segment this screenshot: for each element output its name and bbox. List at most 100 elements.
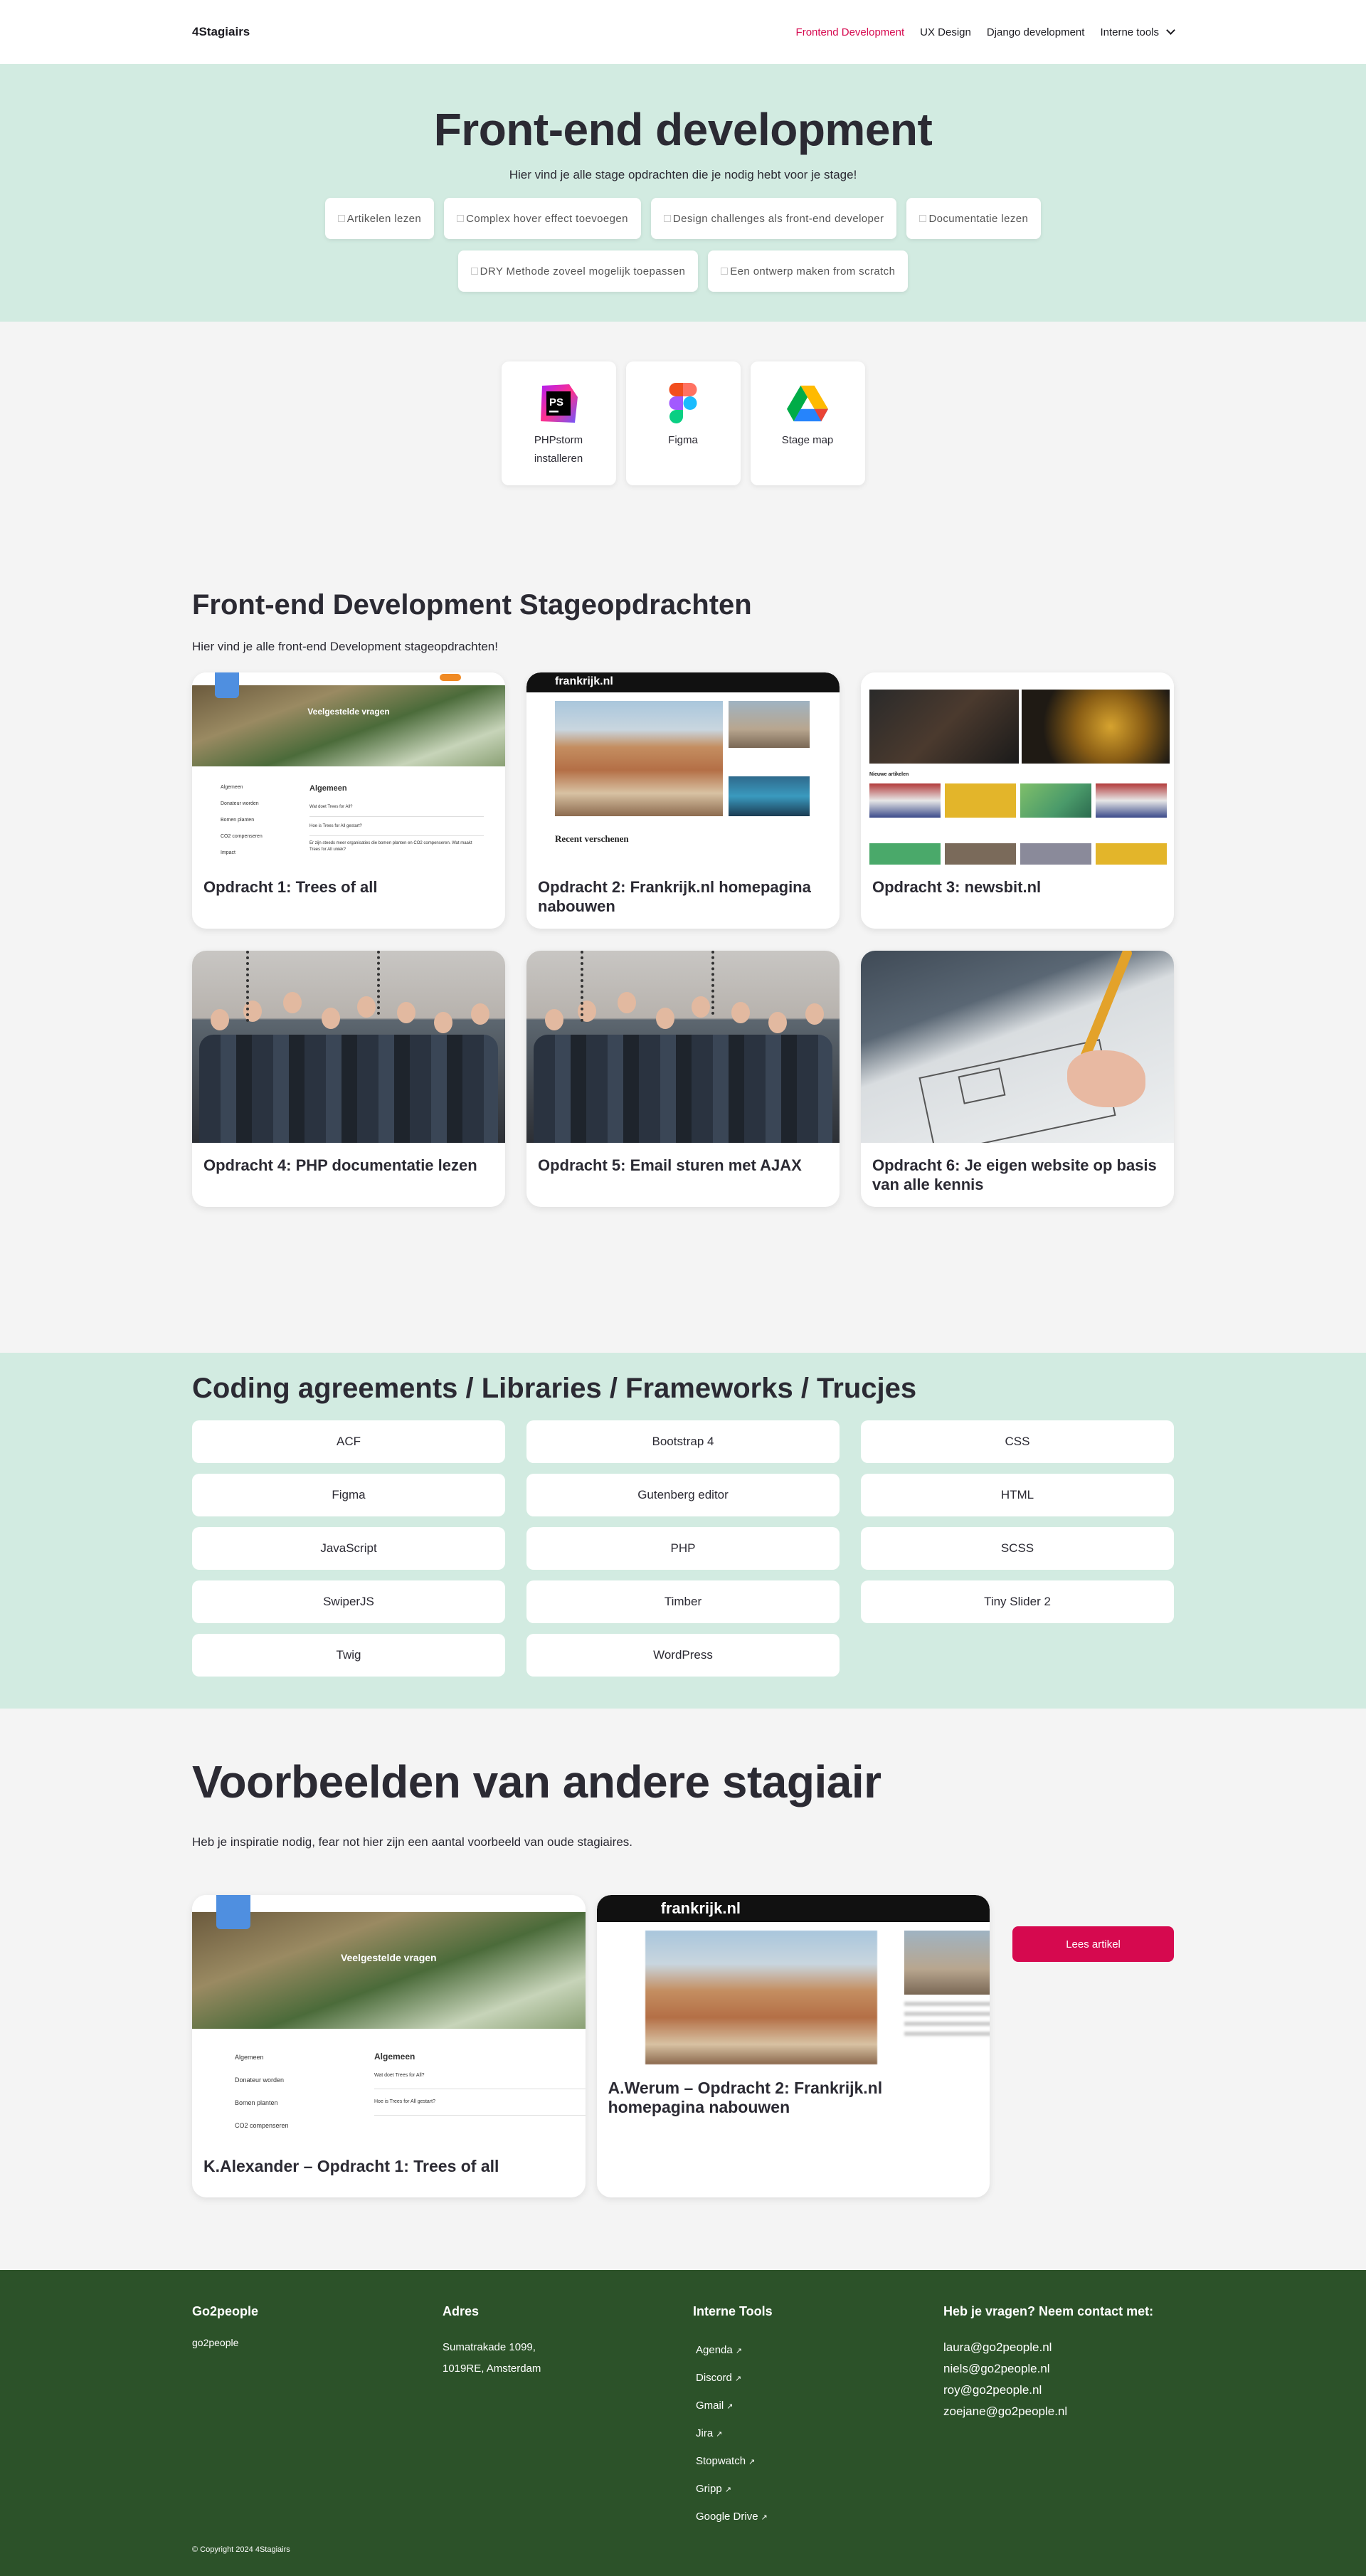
coding-item[interactable]: JavaScript bbox=[192, 1527, 505, 1570]
email-link[interactable]: laura@go2people.nl bbox=[943, 2337, 1174, 2358]
card-title: Opdracht 4: PHP documentatie lezen bbox=[203, 1156, 477, 1174]
email-link[interactable]: zoejane@go2people.nl bbox=[943, 2401, 1174, 2422]
team-photo bbox=[192, 951, 505, 1143]
card-title: Opdracht 1: Trees of all bbox=[203, 878, 378, 896]
footer-link-stopwatch[interactable]: Stopwatch ↗ bbox=[693, 2448, 943, 2476]
external-link-icon: ↗ bbox=[735, 2347, 742, 2355]
footer-link-gmail[interactable]: Gmail ↗ bbox=[693, 2392, 943, 2420]
pill-link[interactable]: DRY Methode zoveel mogelijk toepassen bbox=[457, 250, 699, 292]
tool-label: Stage map bbox=[781, 434, 834, 446]
image-placeholder-icon bbox=[663, 215, 671, 222]
village-photo bbox=[555, 701, 723, 816]
town-photo bbox=[729, 701, 810, 748]
hero-section: Front-end development Hier vind je alle … bbox=[0, 64, 1366, 322]
news-photo bbox=[945, 783, 1016, 818]
coding-item[interactable]: PHP bbox=[526, 1527, 840, 1570]
coding-item[interactable]: Timber bbox=[526, 1580, 840, 1623]
trees-of-all-thumbnail: Veelgestelde vragen Algemeen Donateur wo… bbox=[192, 672, 505, 865]
faq-item: Wat doet Trees for All? bbox=[374, 2063, 586, 2089]
pill-label: Complex hover effect toevoegen bbox=[466, 212, 628, 225]
external-link-icon: ↗ bbox=[761, 2513, 768, 2522]
coding-item[interactable]: Bootstrap 4 bbox=[526, 1420, 840, 1463]
coding-item[interactable]: ACF bbox=[192, 1420, 505, 1463]
footer-link-discord[interactable]: Discord ↗ bbox=[693, 2365, 943, 2392]
footer-link-gripp[interactable]: Gripp ↗ bbox=[693, 2476, 943, 2503]
newsbit-thumbnail: Nieuwe artikelen bbox=[861, 672, 1174, 865]
menu-item: Algemeen bbox=[221, 785, 243, 790]
image-placeholder-icon bbox=[721, 268, 729, 275]
email-link[interactable]: niels@go2people.nl bbox=[943, 2358, 1174, 2380]
tool-card-figma[interactable]: Figma bbox=[625, 361, 741, 485]
read-article-button[interactable]: Lees artikel bbox=[1012, 1926, 1174, 1962]
team-photo bbox=[526, 951, 840, 1143]
bitcoin-photo bbox=[1022, 690, 1170, 764]
footer-link-jira[interactable]: Jira ↗ bbox=[693, 2420, 943, 2448]
hero-subtitle: Hier vind je alle stage opdrachten die j… bbox=[509, 168, 857, 181]
examples-section: Voorbeelden van andere stagiair Heb je i… bbox=[0, 1709, 1366, 2270]
coding-item[interactable]: HTML bbox=[861, 1474, 1174, 1516]
tool-card-phpstorm[interactable]: PS PHPstorm installeren bbox=[501, 361, 616, 485]
coding-item[interactable]: CSS bbox=[861, 1420, 1174, 1463]
thumb-menu: Algemeen Donateur worden Bomen planten C… bbox=[235, 2046, 363, 2137]
coding-item[interactable]: Figma bbox=[192, 1474, 505, 1516]
footer-link-agenda[interactable]: Agenda ↗ bbox=[693, 2337, 943, 2365]
nav-django-development[interactable]: Django development bbox=[987, 26, 1085, 38]
coding-item[interactable]: SCSS bbox=[861, 1527, 1174, 1570]
assignment-card[interactable]: Opdracht 5: Email sturen met AJAX bbox=[526, 951, 840, 1207]
coding-item[interactable]: Tiny Slider 2 bbox=[861, 1580, 1174, 1623]
link-label: Agenda bbox=[696, 2344, 733, 2356]
tool-card-stage-map[interactable]: Stage map bbox=[750, 361, 865, 485]
site-logo[interactable]: 4Stagiairs bbox=[192, 25, 250, 39]
footer-col-contact: Heb je vragen? Neem contact met: laura@g… bbox=[943, 2304, 1174, 2531]
menu-item: Impact bbox=[221, 850, 236, 855]
footer-brand-link[interactable]: go2people bbox=[192, 2337, 443, 2348]
assignment-card[interactable]: Opdracht 4: PHP documentatie lezen bbox=[192, 951, 505, 1207]
nav-frontend-development[interactable]: Frontend Development bbox=[796, 26, 905, 38]
footer-heading: Interne Tools bbox=[693, 2304, 773, 2318]
nav-interne-tools-dropdown[interactable]: Interne tools bbox=[1100, 26, 1175, 38]
wireframe-photo bbox=[861, 951, 1174, 1143]
faq-item: Hoe is Trees for All gestart? bbox=[309, 817, 484, 836]
pill-link[interactable]: Documentatie lezen bbox=[906, 198, 1042, 239]
menu-item: CO2 compenseren bbox=[235, 2122, 289, 2129]
card-title: Opdracht 3: newsbit.nl bbox=[872, 878, 1042, 896]
footer-address: Sumatrakade 1099, 1019RE, Amsterdam bbox=[443, 2337, 693, 2380]
hand bbox=[1067, 1050, 1145, 1107]
section-title: Voorbeelden van andere stagiair bbox=[192, 1756, 881, 1807]
coding-item[interactable]: Gutenberg editor bbox=[526, 1474, 840, 1516]
pill-link[interactable]: Complex hover effect toevoegen bbox=[444, 198, 641, 239]
frankrijk-logo: frankrijk.nl bbox=[660, 1899, 741, 1917]
assignment-card[interactable]: Nieuwe artikelen Opdracht 3: newsbit.nl bbox=[861, 672, 1174, 929]
google-drive-icon bbox=[787, 383, 828, 424]
assignment-card[interactable]: Opdracht 6: Je eigen website op basis va… bbox=[861, 951, 1174, 1207]
card-title: Opdracht 2: Frankrijk.nl homepagina nabo… bbox=[538, 878, 811, 915]
donate-button bbox=[440, 674, 461, 681]
chain bbox=[711, 951, 719, 1015]
thumb-heading: Veelgestelde vragen bbox=[340, 1952, 437, 1963]
address-line: 1019RE, Amsterdam bbox=[443, 2363, 541, 2375]
pill-link[interactable]: Design challenges als front-end develope… bbox=[650, 198, 897, 239]
tool-label: PHPstorm installeren bbox=[534, 434, 583, 465]
assignment-card[interactable]: Veelgestelde vragen Algemeen Donateur wo… bbox=[192, 672, 505, 929]
coding-item[interactable]: Twig bbox=[192, 1634, 505, 1677]
example-card[interactable]: Veelgestelde vragen Algemeen Donateur wo… bbox=[192, 1895, 586, 2197]
footer-link-google-drive[interactable]: Google Drive ↗ bbox=[693, 2503, 943, 2531]
town-photo bbox=[904, 1931, 990, 1995]
coding-item[interactable]: WordPress bbox=[526, 1634, 840, 1677]
example-card[interactable]: frankrijk.nl A.Werum – Opdracht 2: Frank… bbox=[596, 1895, 990, 2197]
assignment-card[interactable]: frankrijk.nl Recent verschenen Opdracht … bbox=[526, 672, 840, 929]
email-link[interactable]: roy@go2people.nl bbox=[943, 2380, 1174, 2401]
card-title: Opdracht 6: Je eigen website op basis va… bbox=[872, 1156, 1157, 1193]
section-title: Front-end Development Stageopdrachten bbox=[192, 589, 752, 621]
coding-item[interactable]: SwiperJS bbox=[192, 1580, 505, 1623]
frankrijk-logo: frankrijk.nl bbox=[555, 675, 613, 687]
news-label: Nieuwe artikelen bbox=[869, 772, 909, 777]
nav-ux-design[interactable]: UX Design bbox=[920, 26, 971, 38]
pill-link[interactable]: Artikelen lezen bbox=[324, 198, 435, 239]
menu-item: CO2 compenseren bbox=[221, 834, 263, 839]
tree-hero-image bbox=[192, 1912, 586, 2029]
external-link-icon: ↗ bbox=[734, 2375, 742, 2383]
frankrijk-header: frankrijk.nl bbox=[596, 1895, 990, 1922]
footer-columns: Go2people go2people Adres Sumatrakade 10… bbox=[192, 2304, 1174, 2531]
pill-link[interactable]: Een ontwerp maken from scratch bbox=[708, 250, 909, 292]
